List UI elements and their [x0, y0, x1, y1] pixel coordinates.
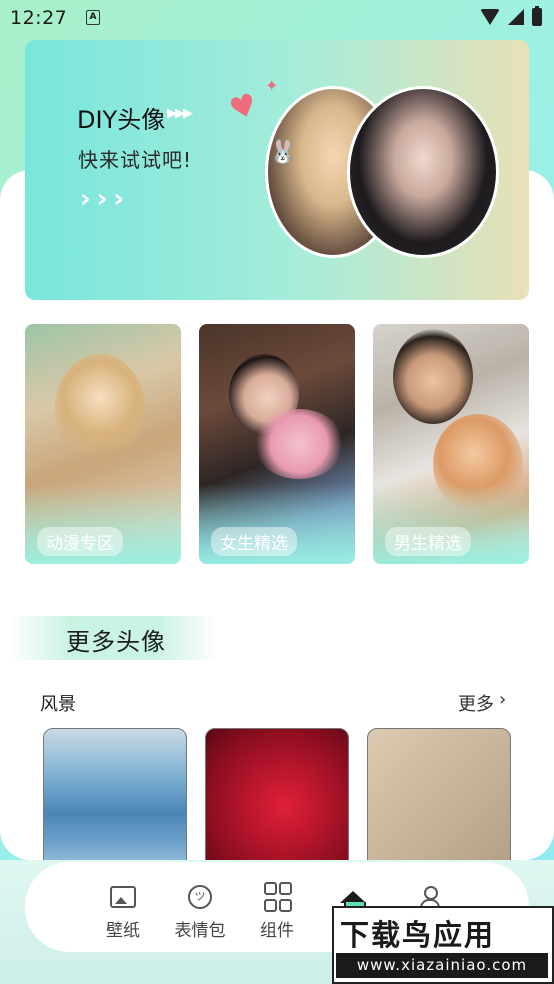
nav-emoji[interactable]: ツ 表情包 [168, 882, 232, 941]
battery-icon [532, 6, 542, 26]
category-label: 动漫专区 [37, 527, 123, 556]
nav-label: 壁纸 [106, 921, 140, 941]
status-bar: 12:27 A [0, 0, 554, 36]
system-icons [480, 6, 542, 26]
bunny-sticker-icon: 🐰 [269, 140, 297, 165]
banner-chevrons-icon: ››› [80, 184, 131, 214]
watermark-title: 下载鸟应用 [340, 918, 496, 952]
category-label: 男生精选 [385, 527, 471, 556]
notification-a-icon: A [86, 10, 100, 25]
boy-figure [393, 329, 473, 424]
category-card-anime[interactable]: 动漫专区 [25, 324, 181, 564]
category-label: 女生精选 [211, 527, 297, 556]
category-card-boys[interactable]: 男生精选 [373, 324, 529, 564]
home-icon [340, 891, 366, 914]
image-icon [110, 886, 136, 908]
banner-title: DIY头像 [77, 106, 166, 134]
banner-arrows-icon: ▶▶▶ [167, 106, 193, 121]
nav-label: 组件 [260, 921, 294, 941]
sparkle-icon: ✦ [265, 76, 279, 95]
category-cards: 动漫专区 女生精选 男生精选 [25, 324, 529, 564]
category-card-girls[interactable]: 女生精选 [199, 324, 355, 564]
nav-widgets[interactable]: 组件 [245, 882, 309, 941]
section-title: 更多头像 [66, 628, 166, 656]
scenery-thumb-shadow[interactable] [367, 728, 511, 870]
widgets-icon [264, 882, 292, 912]
watermark: 下载鸟应用 www.xiazainiao.com [332, 906, 554, 984]
emoji-icon: ツ [188, 885, 212, 909]
roses-figure [254, 409, 344, 479]
chevron-right-icon[interactable]: › [499, 689, 506, 710]
signal-icon [508, 9, 524, 25]
more-link[interactable]: 更多 [458, 690, 494, 716]
nav-label: 表情包 [174, 921, 226, 941]
heart-icon: ♥ [225, 86, 262, 129]
status-time: 12:27 [10, 7, 68, 29]
wifi-icon [480, 9, 500, 25]
avatar-sample-2 [347, 86, 499, 258]
watermark-url: www.xiazainiao.com [336, 953, 548, 978]
anime-figure [55, 354, 145, 464]
nav-wallpaper[interactable]: 壁纸 [91, 882, 155, 941]
user-icon [420, 886, 440, 909]
scenery-category-label: 风景 [40, 694, 76, 715]
scenery-thumb-sea[interactable] [43, 728, 187, 870]
more-avatars-heading: 更多头像 [8, 616, 218, 660]
scenery-thumb-rose[interactable] [205, 728, 349, 870]
banner-subtitle: 快来试试吧! [78, 148, 193, 172]
diy-avatar-banner[interactable]: DIY头像 ▶▶▶ 快来试试吧! ››› ♥ ✦ 🐰 [25, 40, 529, 300]
